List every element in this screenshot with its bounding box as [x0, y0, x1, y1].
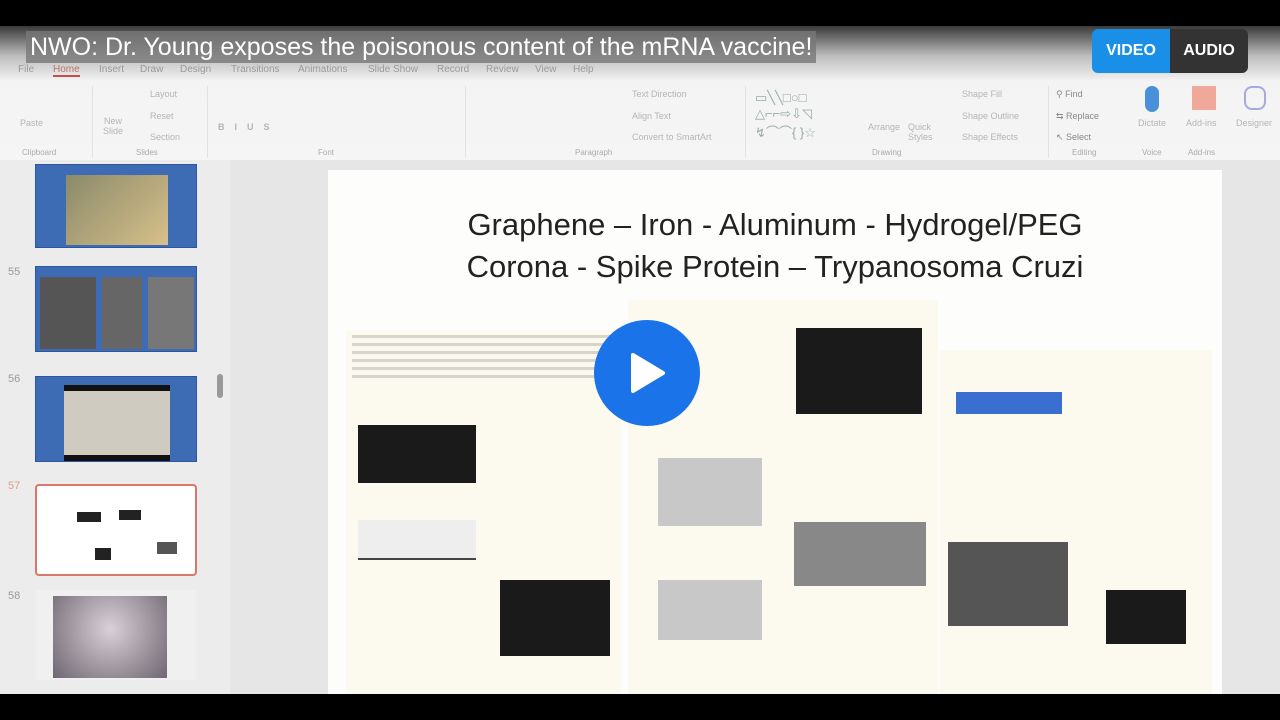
group-slides: Slides — [136, 148, 158, 157]
slide-image — [102, 277, 142, 349]
new-slide-button[interactable]: New Slide — [100, 116, 126, 136]
video-title: NWO: Dr. Young exposes the poisonous con… — [26, 31, 817, 63]
paper-bar-chart — [956, 392, 1062, 414]
paste-button[interactable]: Paste — [20, 118, 43, 128]
paper-figure — [358, 425, 476, 483]
slide-thumbnail-panel: 55 56 57 58 — [0, 160, 230, 694]
shape-outline-button[interactable]: Shape Outline — [962, 111, 1019, 121]
tab-slide-show[interactable]: Slide Show — [368, 64, 418, 75]
designer-icon — [1244, 86, 1266, 110]
tab-home[interactable]: Home — [53, 64, 80, 77]
paper-figure — [1106, 590, 1186, 644]
font-format-buttons[interactable]: BIUS — [218, 122, 280, 132]
designer-button[interactable]: Designer — [1236, 118, 1272, 128]
tab-draw[interactable]: Draw — [140, 64, 163, 75]
slide-thumbnail-57-selected[interactable] — [35, 484, 197, 576]
convert-smartart-button[interactable]: Convert to SmartArt — [632, 132, 712, 142]
shape-effects-button[interactable]: Shape Effects — [962, 132, 1018, 142]
slide-image — [53, 596, 167, 678]
paper-figure — [658, 580, 762, 640]
tab-view[interactable]: View — [535, 64, 557, 75]
quick-styles-button[interactable]: Quick Styles — [908, 122, 934, 142]
replace-button[interactable]: ⇆ Replace — [1056, 111, 1099, 122]
layout-button[interactable]: Layout — [150, 89, 177, 99]
tab-help[interactable]: Help — [573, 64, 594, 75]
play-button[interactable] — [594, 320, 700, 426]
reset-button[interactable]: Reset — [150, 111, 174, 121]
slide-image — [148, 277, 194, 349]
microphone-icon — [1145, 86, 1159, 112]
replace-label: Replace — [1066, 111, 1100, 121]
media-mode-toggle: VIDEO AUDIO — [1092, 29, 1248, 73]
thumbnail-scrollbar[interactable] — [217, 374, 223, 398]
divider — [92, 86, 93, 158]
video-bottom-bar — [0, 694, 1280, 720]
slide-thumbnail-55[interactable] — [35, 266, 197, 352]
audio-mode-button[interactable]: AUDIO — [1170, 29, 1248, 73]
slide-number: 58 — [8, 590, 21, 602]
paper-figure — [948, 542, 1068, 626]
slide-number: 56 — [8, 373, 21, 385]
group-paragraph: Paragraph — [575, 148, 613, 157]
arrange-button[interactable]: Arrange — [868, 122, 900, 132]
slide-image — [66, 175, 168, 245]
text-direction-button[interactable]: Text Direction — [632, 89, 687, 99]
group-clipboard: Clipboard — [22, 148, 57, 157]
slide-canvas: Graphene – Iron - Aluminum - Hydrogel/PE… — [328, 170, 1222, 694]
shapes-gallery[interactable]: ▭╲╲□○□ △⌐⌐⇨⇩◹ ↯⌒⌒{ }☆ — [755, 90, 816, 141]
replace-icon: ⇆ — [1056, 111, 1067, 121]
tab-review[interactable]: Review — [486, 64, 519, 75]
tab-insert[interactable]: Insert — [99, 64, 124, 75]
slide-title: Graphene – Iron - Aluminum - Hydrogel/PE… — [328, 204, 1222, 288]
group-font: Font — [318, 148, 335, 157]
slide-number-selected: 57 — [8, 480, 21, 492]
tab-record[interactable]: Record — [437, 64, 469, 75]
slide-thumbnail-54[interactable] — [35, 164, 197, 248]
paper-chart — [358, 520, 476, 560]
dictate-button[interactable]: Dictate — [1138, 118, 1166, 128]
tab-design[interactable]: Design — [180, 64, 211, 75]
paper-figure — [500, 580, 610, 656]
search-icon: ⚲ — [1056, 89, 1066, 99]
slide-image — [40, 277, 96, 349]
divider — [1048, 86, 1049, 158]
slide-title-line-1: Graphene – Iron - Aluminum - Hydrogel/PE… — [467, 207, 1083, 242]
slide-image — [64, 385, 170, 461]
group-add-ins: Add-ins — [1188, 148, 1216, 157]
align-text-button[interactable]: Align Text — [632, 111, 671, 121]
video-top-bar — [0, 0, 1280, 26]
slide-number: 55 — [8, 266, 21, 278]
paper-figure — [796, 328, 922, 414]
slide-thumbnail-56[interactable] — [35, 376, 197, 462]
add-ins-icon — [1192, 86, 1216, 110]
paper-figure — [658, 458, 762, 526]
section-button[interactable]: Section — [150, 132, 180, 142]
divider — [207, 86, 208, 158]
slide-thumbnail-58[interactable] — [35, 590, 197, 680]
divider — [745, 86, 746, 158]
tab-file[interactable]: File — [18, 64, 34, 75]
select-button[interactable]: ↖ Select — [1056, 132, 1091, 143]
video-mode-button[interactable]: VIDEO — [1092, 29, 1170, 73]
slide-title-line-2: Corona - Spike Protein – Trypanosoma Cru… — [466, 249, 1084, 284]
divider — [465, 86, 466, 158]
select-label: Select — [1066, 132, 1092, 142]
find-button[interactable]: ⚲ Find — [1056, 89, 1083, 100]
play-icon — [631, 353, 665, 393]
cursor-icon: ↖ — [1056, 132, 1067, 142]
find-label: Find — [1065, 89, 1083, 99]
group-drawing: Drawing — [872, 148, 902, 157]
paper-figure — [794, 522, 926, 586]
group-editing: Editing — [1072, 148, 1097, 157]
shape-fill-button[interactable]: Shape Fill — [962, 89, 1002, 99]
group-voice: Voice — [1142, 148, 1162, 157]
tab-animations[interactable]: Animations — [298, 64, 347, 75]
add-ins-button[interactable]: Add-ins — [1186, 118, 1217, 128]
tab-transitions[interactable]: Transitions — [231, 64, 280, 75]
